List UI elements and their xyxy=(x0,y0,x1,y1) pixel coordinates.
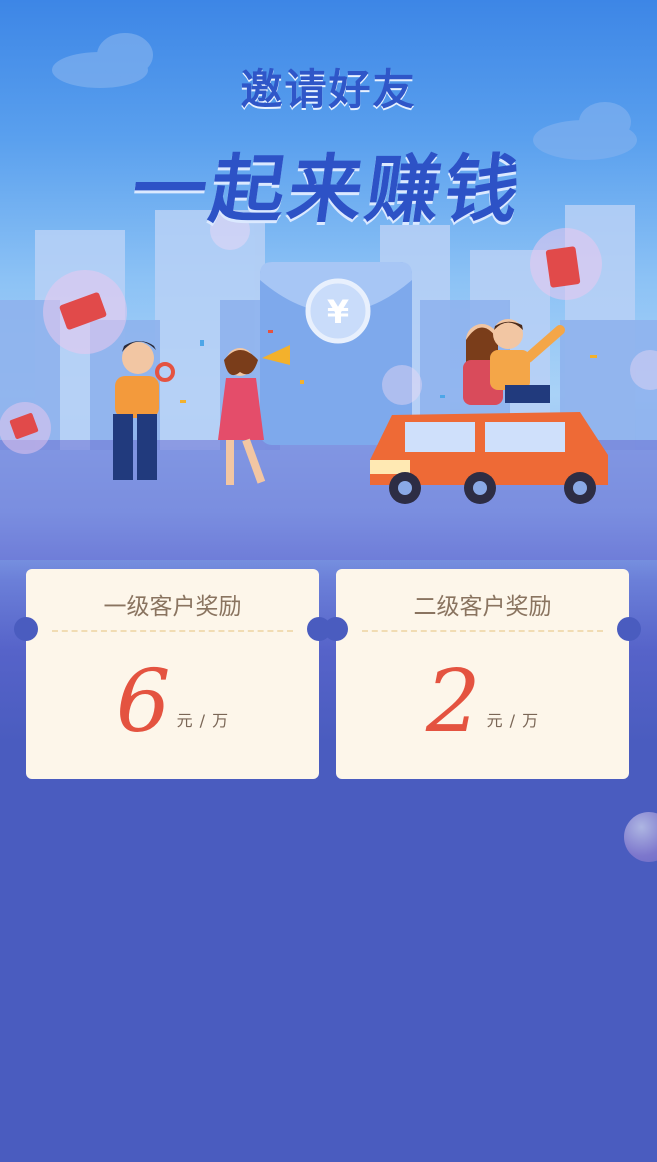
reward-unit: 元 / 万 xyxy=(176,711,230,730)
reward-title: 一级客户奖励 xyxy=(103,594,242,620)
reward-card-level-1: 一级客户奖励 6 元 / 万 xyxy=(14,569,331,779)
hero-banner: ¥ 邀请好友 一起来赚钱 xyxy=(0,0,657,560)
reward-amount: 2 元 / 万 xyxy=(336,659,629,745)
reward-value: 6 xyxy=(115,652,171,752)
headline-earn-together: 一起来赚钱 xyxy=(126,147,529,233)
reward-unit: 元 / 万 xyxy=(486,711,540,730)
svg-text:¥: ¥ xyxy=(327,293,349,331)
invite-page: ¥ 邀请好友 一起来赚钱 一级客户奖励 6 元 / 万 二级客户奖励 2 元 /… xyxy=(0,0,657,1162)
reward-title: 二级客户奖励 xyxy=(413,594,552,620)
decorative-bubble xyxy=(624,812,657,862)
headline-invite-friends: 邀请好友 xyxy=(240,65,417,114)
reward-value: 2 xyxy=(425,652,481,752)
reward-card-level-2: 二级客户奖励 2 元 / 万 xyxy=(324,569,641,779)
dashed-divider xyxy=(52,630,293,632)
dashed-divider xyxy=(362,630,603,632)
car-icon xyxy=(370,412,608,504)
reward-amount: 6 元 / 万 xyxy=(26,659,319,745)
